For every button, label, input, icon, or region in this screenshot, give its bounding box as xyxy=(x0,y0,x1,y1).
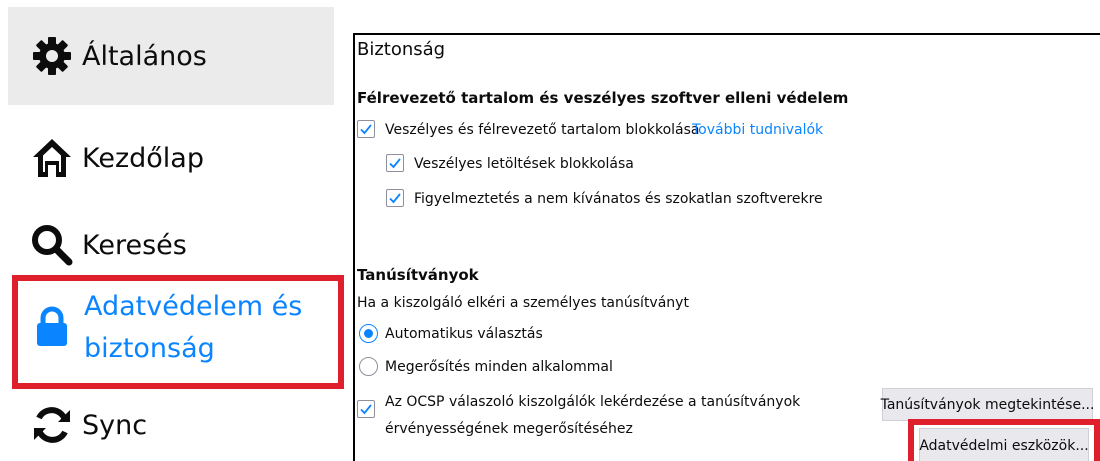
sidebar-item-label: Keresés xyxy=(82,229,187,261)
page-title: Biztonság xyxy=(357,39,446,60)
ocsp-checkbox[interactable] xyxy=(357,400,375,418)
ocsp-label-line2[interactable]: érvényességének megerősítéséhez xyxy=(385,421,633,437)
block-downloads-checkbox[interactable] xyxy=(386,154,404,172)
sidebar-item-label: Adatvédelem és biztonság xyxy=(84,286,302,370)
checkmark-icon xyxy=(389,193,401,204)
checkmark-icon xyxy=(360,404,372,415)
sidebar: Általános Kezdőlap Keresés Adatvédelem é… xyxy=(0,0,352,461)
block-downloads-label[interactable]: Veszélyes letöltések blokkolása xyxy=(414,156,634,172)
home-icon xyxy=(30,136,74,180)
sidebar-item-label-line2: biztonság xyxy=(84,332,215,364)
auto-select-radio[interactable] xyxy=(359,324,378,343)
security-devices-button[interactable]: Adatvédelmi eszközök... xyxy=(919,428,1089,461)
gear-icon xyxy=(30,34,74,78)
sidebar-item-home[interactable]: Kezdőlap xyxy=(8,110,334,206)
learn-more-link[interactable]: További tudnivalók xyxy=(692,122,823,138)
deceptive-content-heading: Félrevezető tartalom és veszélyes szoftv… xyxy=(357,89,849,107)
certificates-heading: Tanúsítványok xyxy=(357,266,479,284)
view-certificates-button[interactable]: Tanúsítványok megtekintése... xyxy=(881,388,1094,421)
sidebar-item-label-line1: Adatvédelem és xyxy=(84,291,303,322)
ocsp-label-line1[interactable]: Az OCSP válaszoló kiszolgálók lekérdezés… xyxy=(385,394,800,410)
sidebar-item-label: Sync xyxy=(82,409,148,441)
auto-select-label[interactable]: Automatikus választás xyxy=(385,326,543,342)
security-section: Biztonság Félrevezető tartalom és veszél… xyxy=(353,33,1100,461)
sidebar-item-general[interactable]: Általános xyxy=(8,7,334,105)
sidebar-item-label: Kezdőlap xyxy=(82,142,204,174)
checkmark-icon xyxy=(389,158,401,169)
checkmark-icon xyxy=(360,124,372,135)
sidebar-item-sync[interactable]: Sync xyxy=(8,384,334,461)
lock-icon xyxy=(30,304,74,348)
block-deceptive-checkbox[interactable] xyxy=(357,120,375,138)
warn-unwanted-label[interactable]: Figyelmeztetés a nem kívánatos és szokat… xyxy=(414,191,823,207)
sidebar-item-privacy-security[interactable]: Adatvédelem és biztonság xyxy=(8,276,334,390)
block-deceptive-label[interactable]: Veszélyes és félrevezető tartalom blokko… xyxy=(385,122,700,138)
sync-icon xyxy=(30,403,74,447)
certificates-description: Ha a kiszolgáló elkéri a személyes tanús… xyxy=(357,295,689,311)
warn-unwanted-checkbox[interactable] xyxy=(386,189,404,207)
ask-every-time-radio[interactable] xyxy=(359,357,378,376)
sidebar-item-label: Általános xyxy=(82,40,207,72)
ask-every-time-label[interactable]: Megerősítés minden alkalommal xyxy=(385,359,613,375)
search-icon xyxy=(30,223,74,267)
